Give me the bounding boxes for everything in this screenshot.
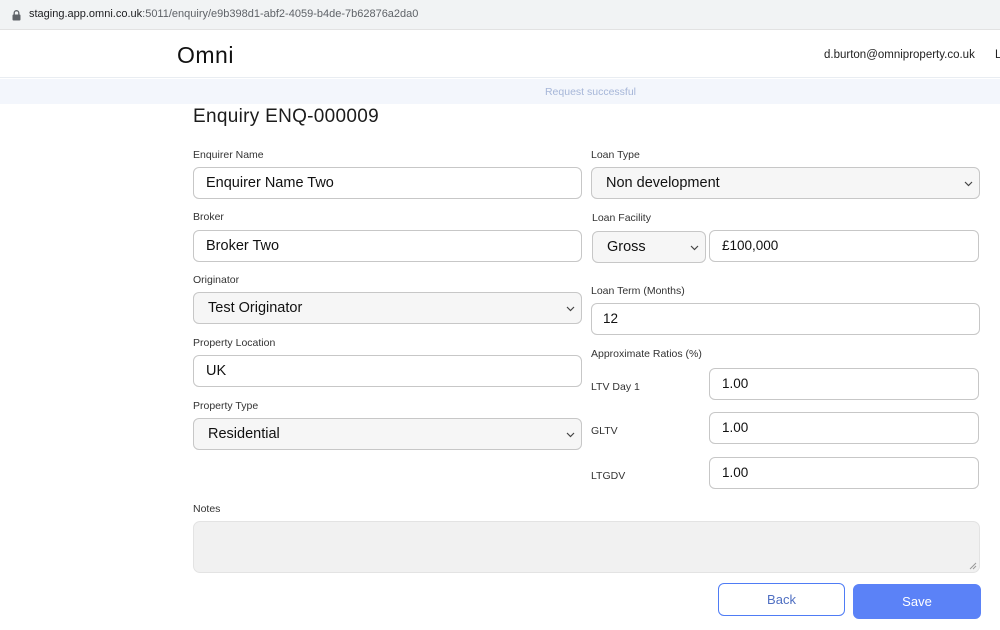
loan-type-select[interactable]: Non development <box>591 167 980 199</box>
brand-logo[interactable]: Omni <box>177 42 234 69</box>
notes-textarea[interactable] <box>193 521 980 573</box>
originator-label: Originator <box>193 274 240 286</box>
chevron-down-icon <box>964 181 973 187</box>
save-button[interactable]: Save <box>853 584 981 619</box>
top-nav: Omni d.burton@omniproperty.co.uk L <box>0 31 1000 78</box>
originator-value: Test Originator <box>208 300 303 316</box>
gltv-input[interactable]: 1.00 <box>709 412 979 444</box>
loan-facility-basis-select[interactable]: Gross <box>592 231 706 263</box>
chevron-down-icon <box>566 432 575 438</box>
loan-type-value: Non development <box>606 175 720 191</box>
chevron-down-icon <box>566 306 575 312</box>
loan-term-input[interactable]: 12 <box>591 303 980 335</box>
ratios-label: Approximate Ratios (%) <box>591 348 702 360</box>
ltv-day1-input[interactable]: 1.00 <box>709 368 979 400</box>
loan-facility-basis-value: Gross <box>607 239 646 255</box>
loan-term-label: Loan Term (Months) <box>591 285 685 297</box>
ltgdv-label: LTGDV <box>591 470 626 482</box>
nav-clipped-item[interactable]: L <box>995 49 1000 61</box>
notes-label: Notes <box>193 503 221 515</box>
property-location-label: Property Location <box>193 337 276 349</box>
chevron-down-icon <box>690 245 699 251</box>
enquirer-name-label: Enquirer Name <box>193 149 264 161</box>
success-alert: Request successful <box>0 79 1000 104</box>
url-host: staging.app.omni.co.uk <box>29 8 143 20</box>
loan-type-label: Loan Type <box>591 149 640 161</box>
ltgdv-input[interactable]: 1.00 <box>709 457 979 489</box>
lock-icon <box>12 10 21 21</box>
broker-input[interactable]: Broker Two <box>193 230 582 262</box>
user-email[interactable]: d.burton@omniproperty.co.uk <box>824 49 975 61</box>
page-title: Enquiry ENQ-000009 <box>193 106 380 127</box>
url-path: :5011/enquiry/e9b398d1-abf2-4059-b4de-7b… <box>142 8 419 20</box>
enquirer-name-input[interactable]: Enquirer Name Two <box>193 167 582 199</box>
property-type-value: Residential <box>208 426 280 442</box>
ltv-day1-label: LTV Day 1 <box>591 381 640 393</box>
property-type-select[interactable]: Residential <box>193 418 582 450</box>
loan-facility-amount-input[interactable]: £100,000 <box>709 230 979 262</box>
browser-address-bar[interactable]: staging.app.omni.co.uk:5011/enquiry/e9b3… <box>0 0 1000 30</box>
broker-label: Broker <box>193 211 224 223</box>
resize-handle-icon[interactable] <box>969 562 977 570</box>
address-url[interactable]: staging.app.omni.co.uk:5011/enquiry/e9b3… <box>29 8 418 20</box>
property-type-label: Property Type <box>193 400 259 412</box>
gltv-label: GLTV <box>591 425 618 437</box>
loan-facility-label: Loan Facility <box>592 212 651 224</box>
alert-message: Request successful <box>544 86 637 98</box>
property-location-input[interactable]: UK <box>193 355 582 387</box>
back-button[interactable]: Back <box>718 583 845 616</box>
originator-select[interactable]: Test Originator <box>193 292 582 324</box>
